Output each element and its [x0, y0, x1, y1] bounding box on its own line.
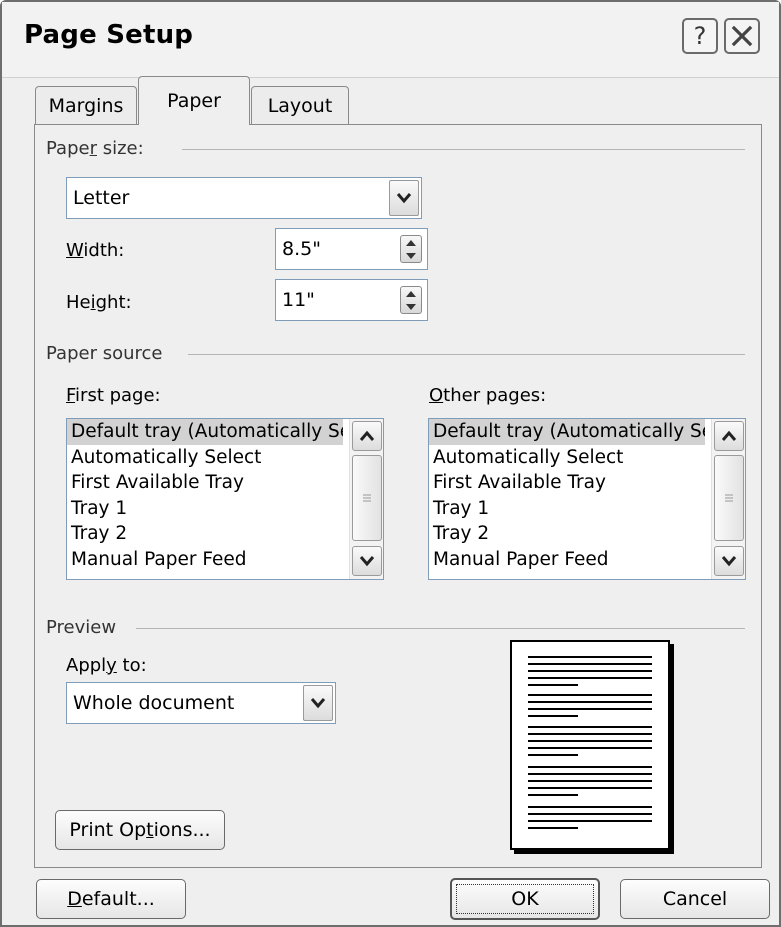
page-preview-thumbnail [510, 640, 670, 850]
height-label: Height: [66, 292, 132, 313]
close-button[interactable] [724, 18, 760, 54]
paper-source-group-label: Paper source [46, 343, 173, 364]
scroll-thumb[interactable] [352, 455, 382, 541]
scroll-down-button[interactable] [352, 546, 382, 576]
first-page-scrollbar[interactable] [349, 419, 383, 579]
other-pages-label: Other pages: [429, 385, 547, 406]
apply-to-dropdown-button[interactable] [303, 685, 333, 721]
cancel-button[interactable]: Cancel [620, 879, 770, 919]
print-options-button[interactable]: Print Options... [55, 810, 225, 850]
paper-size-dropdown-button[interactable] [389, 180, 419, 216]
grip-icon [725, 494, 733, 502]
chevron-down-icon [310, 698, 326, 709]
apply-to-dropdown[interactable]: Whole document [66, 682, 336, 724]
dialog-title: Page Setup [24, 20, 194, 50]
other-pages-scrollbar[interactable] [711, 419, 745, 579]
first-page-tray-list[interactable]: Default tray (Automatically Select) Auto… [66, 418, 384, 580]
tab-margins-label: Margins [48, 94, 124, 117]
list-item[interactable]: Tray 1 [429, 496, 705, 522]
tab-paper[interactable]: Paper [138, 76, 250, 125]
chevron-up-icon [721, 430, 737, 441]
height-stepper-buttons[interactable] [400, 286, 422, 314]
width-value: 8.5" [282, 238, 321, 260]
width-spinner[interactable]: 8.5" [275, 228, 428, 270]
default-button[interactable]: Default... [36, 879, 186, 919]
preview-divider [136, 628, 745, 629]
ok-button[interactable]: OK [450, 878, 600, 920]
chevron-down-icon [359, 556, 375, 567]
close-icon [731, 25, 753, 47]
grip-icon [363, 494, 371, 502]
list-item[interactable]: First Available Tray [429, 470, 705, 496]
list-item[interactable]: Default tray (Automatically Select) [67, 419, 343, 445]
list-item[interactable]: Tray 2 [67, 521, 343, 547]
paper-size-value: Letter [73, 187, 130, 209]
spin-down-icon [406, 303, 416, 310]
list-item[interactable]: First Available Tray [67, 470, 343, 496]
height-value: 11" [282, 289, 315, 311]
spin-up-icon [406, 239, 416, 246]
tab-layout-label: Layout [267, 94, 333, 117]
list-item[interactable]: Default tray (Automatically Select) [429, 419, 705, 445]
page-setup-dialog: Page Setup ? Margins Paper Layout Paper … [0, 0, 781, 927]
help-icon: ? [693, 22, 707, 50]
width-label: Width: [66, 240, 125, 261]
apply-to-label: Apply to: [66, 655, 147, 676]
tab-margins[interactable]: Margins [35, 86, 137, 124]
help-button[interactable]: ? [682, 18, 718, 54]
focus-ring [456, 884, 594, 914]
paper-size-divider [182, 149, 745, 150]
list-item[interactable]: Automatically Select [67, 445, 343, 471]
scroll-thumb[interactable] [714, 455, 744, 541]
list-item[interactable]: Automatically Select [429, 445, 705, 471]
chevron-down-icon [396, 193, 412, 204]
list-item[interactable]: Manual Paper Feed [67, 547, 343, 573]
scroll-up-button[interactable] [352, 421, 382, 451]
spin-down-icon [406, 252, 416, 259]
list-item[interactable]: Manual Paper Feed [429, 547, 705, 573]
chevron-up-icon [359, 430, 375, 441]
scroll-up-button[interactable] [714, 421, 744, 451]
paper-size-group-label: Paper size: [46, 138, 154, 159]
paper-source-divider [188, 354, 745, 355]
height-spinner[interactable]: 11" [275, 279, 428, 321]
tab-layout[interactable]: Layout [251, 86, 349, 124]
cancel-button-label: Cancel [662, 888, 728, 910]
apply-to-value: Whole document [73, 692, 235, 714]
paper-size-dropdown[interactable]: Letter [66, 177, 422, 219]
title-bar[interactable]: Page Setup ? [2, 2, 779, 78]
list-item[interactable]: Tray 1 [67, 496, 343, 522]
tab-paper-label: Paper [167, 90, 221, 112]
other-pages-tray-list[interactable]: Default tray (Automatically Select) Auto… [428, 418, 746, 580]
list-item[interactable]: Tray 2 [429, 521, 705, 547]
preview-group-label: Preview [46, 617, 127, 638]
default-button-label: Default... [67, 888, 155, 910]
first-page-label: First page: [66, 385, 161, 406]
scroll-down-button[interactable] [714, 546, 744, 576]
width-stepper-buttons[interactable] [400, 235, 422, 263]
spin-up-icon [406, 290, 416, 297]
print-options-label: Print Options... [69, 819, 211, 841]
chevron-down-icon [721, 556, 737, 567]
